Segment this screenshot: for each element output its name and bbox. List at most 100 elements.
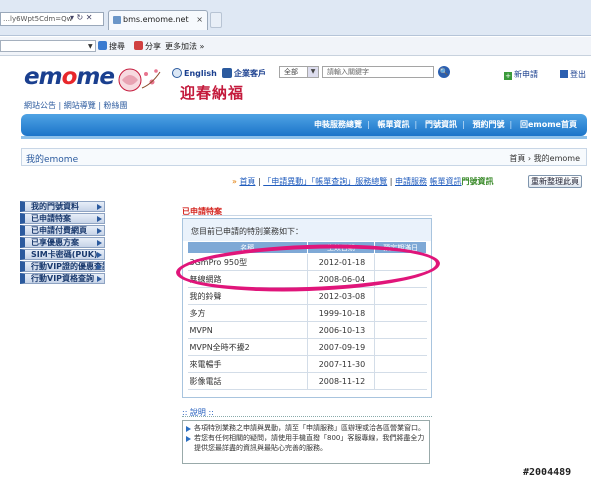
english-link[interactable]: English: [172, 68, 217, 78]
nav-item-emome-home[interactable]: 回emome首頁: [520, 120, 577, 129]
breadcrumb-overview[interactable]: 「申請異動」「帳單查詢」服務總覽: [263, 177, 387, 186]
table-row: 3GmPro 950型 2012-01-18: [187, 253, 427, 271]
building-icon: [222, 68, 232, 78]
arrow-right-icon: [97, 228, 102, 234]
start-date: 2008-11-12: [307, 372, 376, 390]
plan-name: 影像電話: [187, 372, 308, 390]
arrow-right-icon: [97, 216, 102, 222]
nav-item-service-overview[interactable]: 申裝服務總覽: [314, 120, 362, 129]
special-plans-panel: 您目前已申請的特別業務如下： 名稱 生效日期 預定期滿日 3GmPro 950型…: [182, 218, 432, 398]
emome-logo[interactable]: emome: [24, 64, 115, 90]
nav-item-billing[interactable]: 帳單資訊: [377, 120, 409, 129]
share-icon: [134, 41, 143, 50]
note-item: 若您有任何相關的疑問，請使用手機直撥「800」客服專線，我們將盡全力提供您最詳盡…: [186, 433, 426, 453]
main-navbar: 申裝服務總覽 | 帳單資訊 | 門號資訊 | 預約門號 | 回emome首頁: [21, 114, 587, 136]
title-breadcrumb[interactable]: 首頁 › 我的emome: [509, 153, 580, 164]
toolbar-search-button[interactable]: 搜尋: [98, 41, 125, 52]
table-row: MVPN全時不擾2 2007-09-19: [187, 338, 427, 356]
logout-icon: [560, 70, 568, 78]
navbar-shadow: [21, 136, 587, 139]
breadcrumb-home[interactable]: 首頁: [239, 177, 255, 186]
refresh-page-button[interactable]: 重新整理此頁: [528, 175, 582, 188]
logout-link[interactable]: 登出: [560, 69, 586, 80]
notes-divider: [182, 416, 432, 417]
start-date: 1999-10-18: [307, 304, 376, 322]
table-row: 多方 1999-10-18: [187, 304, 427, 322]
search-icon: [98, 41, 107, 50]
table-row: 來電暢手 2007-11-30: [187, 355, 427, 373]
end-date: [374, 253, 427, 271]
search-submit-button[interactable]: 🔍: [438, 66, 450, 78]
sidebar-item-vip-eligibility[interactable]: 行動VIP資格查詢: [20, 273, 105, 284]
table-row: MVPN 2006-10-13: [187, 321, 427, 339]
start-date: 2008-06-04: [307, 270, 376, 288]
search-scope-select[interactable]: 全部 ▼: [279, 66, 319, 78]
address-bar-buttons[interactable]: ▾ ↻ ✕: [70, 13, 93, 22]
sidebar-item-special-plans[interactable]: 已申請特案: [20, 213, 105, 224]
nav-item-number-info[interactable]: 門號資訊: [425, 120, 457, 129]
table-row: 無線網路 2008-06-04: [187, 270, 427, 288]
page-title-bar: 我的emome 首頁 › 我的emome: [21, 148, 587, 166]
sidebar-item-discount-plans[interactable]: 已享優惠方案: [20, 237, 105, 248]
breadcrumb-billing[interactable]: 帳單資訊: [430, 177, 462, 186]
sidebar-menu: 我的門號資料 已申請特案 已申請付費網頁 已享優惠方案 SIM卡密碼(PUK) …: [20, 201, 105, 285]
browser-toolbar: ▼ 搜尋 分享 更多加法 »: [0, 37, 591, 56]
toolbar-share-button[interactable]: 分享: [134, 41, 161, 52]
plan-name: 我的鈴聲: [187, 287, 308, 305]
plan-name: 3GmPro 950型: [187, 253, 308, 271]
arrow-right-icon: [97, 264, 102, 270]
start-date: 2012-01-18: [307, 253, 376, 271]
plan-name: 來電暢手: [187, 355, 308, 373]
sidebar-item-paid-pages[interactable]: 已申請付費網頁: [20, 225, 105, 236]
toolbar-more-button[interactable]: 更多加法 »: [165, 41, 204, 52]
sidebar-item-vip-offers[interactable]: 行動VIP證的優惠查詢: [20, 261, 105, 272]
enterprise-link[interactable]: 企業客戶: [222, 68, 266, 79]
table-row: 影像電話 2008-11-12: [187, 372, 427, 390]
start-date: 2012-03-08: [307, 287, 376, 305]
favicon-icon: [113, 16, 121, 24]
close-tab-icon[interactable]: ×: [196, 11, 203, 29]
new-tab-button[interactable]: [210, 12, 222, 28]
site-search-input[interactable]: 請輸入關鍵字: [322, 66, 434, 78]
festive-greeting: 迎春納福: [180, 84, 245, 102]
table-caption: 您目前已申請的特別業務如下：: [183, 219, 431, 241]
page-title: 我的emome: [26, 155, 79, 165]
browser-tab[interactable]: bms.emome.net ×: [108, 10, 208, 30]
column-header-name: 名稱: [187, 241, 308, 254]
bullet-arrow-icon: [186, 436, 191, 442]
end-date: [374, 321, 427, 339]
nav-item-reserve-number[interactable]: 預約門號: [472, 120, 504, 129]
start-date: 2006-10-13: [307, 321, 376, 339]
toolbar-search-input[interactable]: [0, 40, 96, 52]
start-date: 2007-11-30: [307, 355, 376, 373]
end-date: [374, 338, 427, 356]
start-date: 2007-09-19: [307, 338, 376, 356]
plan-name: 無線網路: [187, 270, 308, 288]
watermark-id: #2004489: [523, 467, 572, 478]
sidebar-item-sim-puk[interactable]: SIM卡密碼(PUK): [20, 249, 105, 260]
plus-icon: +: [504, 72, 512, 80]
breadcrumb: » 首頁 | 「申請異動」「帳單查詢」服務總覽 | 申請服務 帳單資訊門號資訊: [232, 177, 494, 186]
section-divider: [182, 215, 432, 216]
end-date: [374, 270, 427, 288]
tab-title: bms.emome.net: [123, 15, 189, 24]
new-application-link[interactable]: + 新申請: [504, 69, 538, 80]
arrow-right-icon: [97, 204, 102, 210]
special-plans-table: 名稱 生效日期 預定期滿日 3GmPro 950型 2012-01-18 無線網路…: [187, 241, 427, 390]
column-header-start-date: 生效日期: [306, 241, 376, 254]
column-header-end-date: 預定期滿日: [374, 241, 427, 254]
breadcrumb-current: 門號資訊: [461, 177, 494, 186]
toolbar-dropdown-icon[interactable]: ▼: [88, 43, 93, 50]
browser-tab-bar: …ly6Wpt5Cdm=Qw ▾ ↻ ✕ bms.emome.net ×: [0, 0, 591, 36]
arrow-right-icon: [97, 252, 102, 258]
arrow-right-icon: [97, 240, 102, 246]
plan-name: MVPN: [187, 321, 308, 339]
notes-box: 各項特別業務之申請與異動，請至「申請服務」區辦理或洽各區營業窗口。 若您有任何相…: [182, 420, 430, 464]
top-links[interactable]: 網站公告 | 網站導覽 | 粉絲團: [24, 100, 128, 111]
arrow-right-icon: [97, 276, 102, 282]
globe-icon: [172, 68, 182, 78]
bullet-arrow-icon: [186, 426, 191, 432]
breadcrumb-apply[interactable]: 申請服務: [395, 177, 427, 186]
plan-name: MVPN全時不擾2: [187, 338, 308, 356]
sidebar-item-my-number[interactable]: 我的門號資料: [20, 201, 105, 212]
